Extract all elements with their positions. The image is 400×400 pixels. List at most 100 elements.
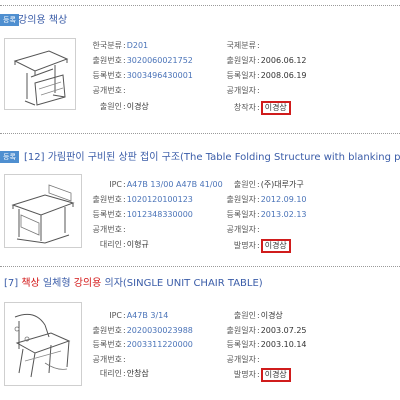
field-value: 2008.06.19 xyxy=(260,71,307,80)
field-label: 등록번호 xyxy=(92,210,122,219)
field-colon: : xyxy=(123,326,126,335)
field-value: 2006.06.12 xyxy=(260,56,307,65)
field-colon: : xyxy=(123,180,126,189)
record-title[interactable]: [12] 가림판이 구비된 상판 접이 구조(The Table Folding… xyxy=(24,151,400,165)
field-colon: : xyxy=(257,210,260,219)
field-row: 출원인:(주)대루가구 xyxy=(206,179,304,190)
field-row: 공개일자: xyxy=(206,354,261,365)
field-colon: : xyxy=(257,56,260,65)
field-colon: : xyxy=(257,340,260,349)
highlighted-inventor-name[interactable]: 이경상 xyxy=(260,101,291,115)
field-label: 공개번호 xyxy=(92,86,122,95)
field-label: 국제분류 xyxy=(226,41,256,50)
drawing-thumbnail[interactable] xyxy=(4,38,76,110)
status-badge: 등록 xyxy=(0,14,19,26)
highlighted-inventor-name[interactable]: 이경상 xyxy=(260,239,291,253)
drawing-thumbnail[interactable] xyxy=(4,174,82,248)
field-row: 창작자: 이경상 xyxy=(206,101,291,115)
chair-table-drawing-image xyxy=(14,313,71,378)
field-colon: : xyxy=(123,240,126,249)
field-colon: : xyxy=(257,103,260,112)
field-link-value[interactable]: 2012.09.10 xyxy=(261,195,307,204)
field-link-value[interactable]: D201 xyxy=(127,41,148,50)
field-link-value[interactable]: 3020060021752 xyxy=(127,56,193,65)
result-record: 등록 [12] 가림판이 구비된 상판 접이 구조(The Table Fold… xyxy=(0,151,400,261)
separator-line xyxy=(0,266,400,267)
field-colon: : xyxy=(123,210,126,219)
title-text: 강의용 책상 xyxy=(18,15,67,26)
field-value: 이경상 xyxy=(126,102,149,111)
field-link-value[interactable]: 2003311220000 xyxy=(127,340,193,349)
field-label: 출원인 xyxy=(233,311,256,320)
field-row: 출원일자:2006.06.12 xyxy=(206,55,307,66)
result-record: 등록 강의용 책상 한국분류:D201 출원번호:3020060021752 등록번… xyxy=(0,14,400,124)
field-colon: : xyxy=(123,311,126,320)
field-row: 출원일자:2003.07.25 xyxy=(206,325,307,336)
title-highlight: 강의용 xyxy=(73,278,102,289)
field-colon: : xyxy=(123,369,126,378)
field-label: 출원일자 xyxy=(226,195,256,204)
field-link-value[interactable]: 1012348330000 xyxy=(127,210,193,219)
field-link-value[interactable]: 1020120100123 xyxy=(127,195,193,204)
field-label: 등록일자 xyxy=(226,210,256,219)
field-link-value[interactable]: 2020030023988 xyxy=(127,326,193,335)
title-segment: 의자(SINGLE UNIT CHAIR TABLE) xyxy=(101,278,263,289)
field-colon: : xyxy=(257,180,260,189)
desk-drawing-image xyxy=(13,50,69,106)
field-row: 출원일자:2012.09.10 xyxy=(206,194,307,205)
field-row: IPC:A47B 13/00 A47B 41/00 xyxy=(76,179,223,190)
field-colon: : xyxy=(123,340,126,349)
field-label: 공개일자 xyxy=(226,86,256,95)
field-colon: : xyxy=(257,326,260,335)
field-label: 출원번호 xyxy=(92,56,122,65)
field-label: IPC xyxy=(109,180,122,189)
field-value: 안창삼 xyxy=(126,369,149,378)
field-row: 등록번호:2003311220000 xyxy=(76,339,193,350)
field-row: 출원번호:2020030023988 xyxy=(76,325,193,336)
field-row: 출원인:이경상 xyxy=(206,310,283,321)
field-label: 공개일자 xyxy=(226,355,256,364)
title-segment: 일체형 xyxy=(39,278,74,289)
record-title[interactable]: 강의용 책상 xyxy=(18,14,67,28)
field-colon: : xyxy=(123,195,126,204)
field-row: 공개번호: xyxy=(76,85,127,96)
field-colon: : xyxy=(257,71,260,80)
field-colon: : xyxy=(257,241,260,250)
field-colon: : xyxy=(257,311,260,320)
field-value: 2003.07.25 xyxy=(260,326,307,335)
field-label: 공개번호 xyxy=(92,225,122,234)
field-row: 등록일자:2003.10.14 xyxy=(206,339,307,350)
field-colon: : xyxy=(123,102,126,111)
highlighted-inventor-name[interactable]: 이경상 xyxy=(260,368,291,382)
field-row: 등록일자:2008.06.19 xyxy=(206,70,307,81)
field-link-value[interactable]: 3003496430001 xyxy=(127,71,193,80)
field-value: (주)대루가구 xyxy=(260,180,304,189)
field-link-value[interactable]: 2013.02.13 xyxy=(261,210,307,219)
title-number: [12] xyxy=(24,152,48,163)
field-row: 발명자: 이경상 xyxy=(206,368,291,382)
field-row: 한국분류:D201 xyxy=(76,40,149,51)
field-colon: : xyxy=(123,56,126,65)
field-label: IPC xyxy=(109,311,122,320)
field-colon: : xyxy=(123,86,126,95)
field-row: 발명자: 이경상 xyxy=(206,239,291,253)
field-row: 등록일자:2013.02.13 xyxy=(206,209,307,220)
field-link-value[interactable]: A47B 3/14 xyxy=(127,311,169,320)
field-row: 출원번호:3020060021752 xyxy=(76,55,193,66)
separator-line xyxy=(0,5,400,6)
field-value: 이형규 xyxy=(126,240,149,249)
field-colon: : xyxy=(257,355,260,364)
field-label: 출원번호 xyxy=(92,195,122,204)
field-label: 출원일자 xyxy=(226,326,256,335)
title-segment: 강의용 책상 xyxy=(18,15,68,26)
drawing-thumbnail[interactable] xyxy=(4,302,82,386)
folding-table-drawing-image xyxy=(11,184,75,244)
field-row: 대리인:이형규 xyxy=(76,239,149,250)
separator-line xyxy=(0,133,400,134)
field-colon: : xyxy=(257,41,260,50)
field-colon: : xyxy=(257,225,260,234)
field-row: 출원번호:1020120100123 xyxy=(76,194,193,205)
record-title[interactable]: [7] 책상 일체형 강의용 의자(SINGLE UNIT CHAIR TABL… xyxy=(4,277,263,291)
field-colon: : xyxy=(123,355,126,364)
field-row: 출원인:이경상 xyxy=(76,101,149,112)
